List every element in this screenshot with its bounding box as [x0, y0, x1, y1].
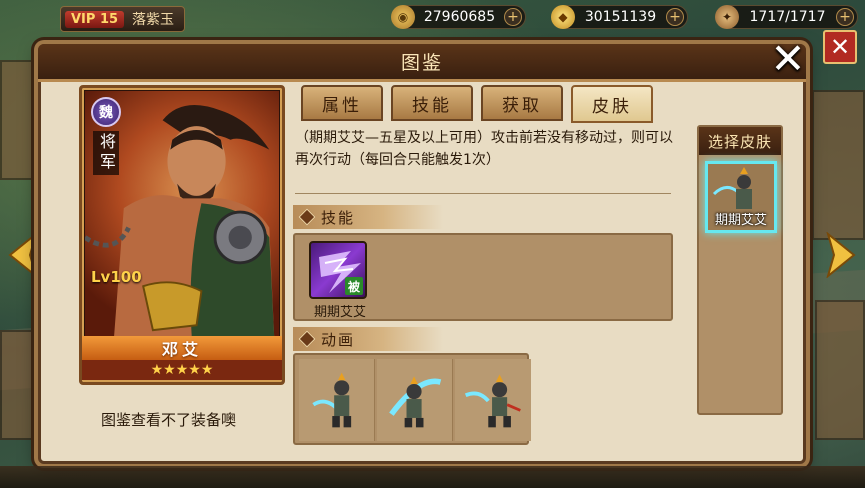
hero-name: 邓艾 — [82, 336, 282, 360]
tab-obtain[interactable]: 获取 — [481, 85, 563, 121]
add-coin-button[interactable]: + — [504, 8, 522, 26]
stamina-counter: ✦ 1717/1717 + — [715, 5, 858, 29]
skills-section-label: 技能 — [321, 208, 356, 227]
map-building — [812, 90, 865, 240]
gold-value: 30151139 — [584, 9, 657, 25]
previous-hero-arrow[interactable] — [6, 232, 42, 278]
animation-panel — [293, 353, 531, 445]
skills-section-header: 技能 — [293, 205, 443, 229]
map-building — [815, 300, 865, 440]
gold-ingot-icon: ◆ — [551, 5, 575, 29]
tab-skills[interactable]: 技能 — [391, 85, 473, 121]
player-info[interactable]: VIP 15 落紫玉 — [60, 6, 186, 32]
tab-attributes[interactable]: 属性 — [301, 85, 383, 121]
stamina-value: 1717/1717 — [749, 9, 826, 25]
dialog-title: 图鉴 — [38, 44, 806, 82]
tab-skins[interactable]: 皮肤 — [571, 85, 653, 123]
equipment-notice: 图鉴查看不了装备噢 — [101, 411, 237, 429]
warrior-slash-sprite-icon — [388, 376, 441, 428]
passive-badge: 被 — [345, 277, 363, 295]
skin-description: （期期艾艾—五星及以上可用）攻击前若没有移动过，则可以再次行动（每回合只能触发1… — [295, 130, 673, 168]
diamond-bullet-icon — [298, 330, 316, 348]
hero-codex-dialog: 图鉴 ✕ 魏 将军 Lv100 邓艾 ★★★★★ 图鉴查看不了装备噢 属性 技能… — [38, 38, 806, 464]
bottom-hud-strip — [0, 466, 865, 488]
divider — [295, 193, 671, 194]
skill-slot[interactable]: 被 — [309, 241, 367, 299]
hero-portrait: 魏 将军 Lv100 — [85, 91, 279, 336]
top-resource-bar: VIP 15 落紫玉 ◉ 27960685 + ◆ 30151139 + ✦ 1… — [0, 0, 865, 36]
animation-section-label: 动画 — [321, 330, 356, 349]
next-hero-arrow[interactable] — [822, 232, 858, 278]
player-name: 落紫玉 — [132, 12, 175, 28]
coin-icon: ◉ — [391, 5, 415, 29]
animation-frame-idle[interactable] — [299, 359, 375, 441]
animation-frame-attack[interactable] — [377, 359, 453, 441]
hero-rank: 将军 — [93, 131, 119, 175]
close-button[interactable]: ✕ — [763, 37, 813, 81]
add-gold-button[interactable]: + — [666, 8, 684, 26]
info-tabs: 属性 技能 获取 皮肤 — [301, 85, 653, 123]
vip-badge: VIP 15 — [65, 10, 125, 28]
hero-stars: ★★★★★ — [82, 360, 282, 380]
skin-selector-header: 选择皮肤 — [699, 127, 781, 155]
background-close-icon[interactable]: ✕ — [823, 30, 857, 64]
hero-figure-illustration — [85, 105, 275, 336]
warrior-strike-sprite-icon — [464, 374, 521, 428]
skills-panel: 被 期期艾艾 — [293, 233, 673, 321]
coin-value: 27960685 — [423, 9, 496, 25]
skin-option-name: 期期艾艾 — [714, 213, 767, 228]
stamina-icon: ✦ — [715, 5, 739, 29]
animation-section-header: 动画 — [293, 327, 443, 351]
skill-name: 期期艾艾 — [313, 305, 366, 320]
hero-card: 魏 将军 Lv100 邓艾 ★★★★★ — [79, 85, 285, 385]
faction-badge: 魏 — [91, 97, 121, 127]
gold-counter: ◆ 30151139 + — [551, 5, 688, 29]
arrow-right-icon — [826, 232, 856, 278]
hero-level: Lv100 — [91, 268, 142, 286]
diamond-bullet-icon — [298, 208, 316, 226]
warrior-sprite-icon — [311, 372, 351, 428]
map-building — [0, 60, 40, 180]
add-stamina-button[interactable]: + — [836, 8, 854, 26]
arrow-left-icon — [8, 232, 38, 278]
skin-option[interactable]: 期期艾艾 — [705, 161, 777, 233]
skin-selector: 选择皮肤 期期艾艾 — [697, 125, 783, 415]
coin-counter: ◉ 27960685 + — [391, 5, 526, 29]
animation-frame-skill[interactable] — [455, 359, 531, 441]
